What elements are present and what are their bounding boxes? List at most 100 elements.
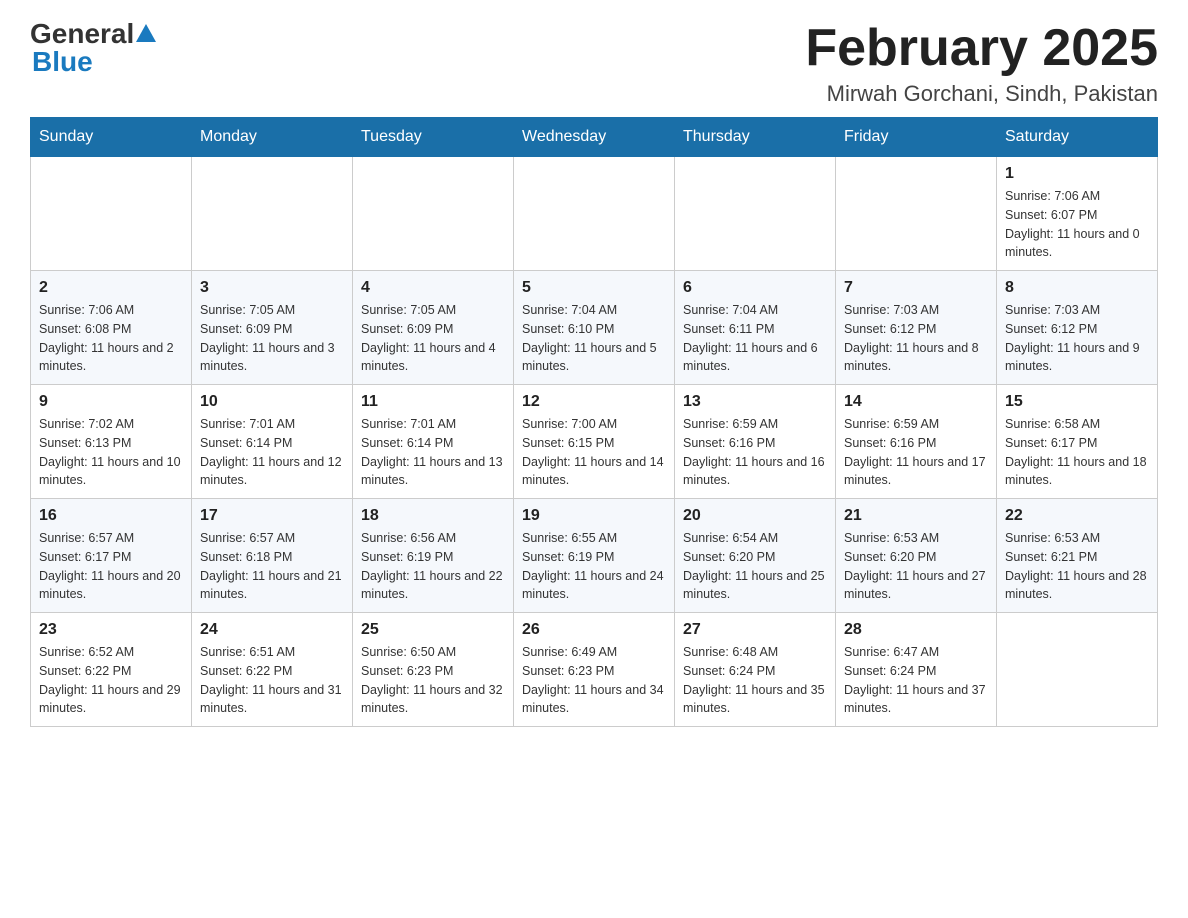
- day-info: Sunrise: 7:03 AMSunset: 6:12 PMDaylight:…: [1005, 301, 1149, 376]
- day-info: Sunrise: 6:56 AMSunset: 6:19 PMDaylight:…: [361, 529, 505, 604]
- day-number: 23: [39, 621, 183, 639]
- calendar-cell: 5Sunrise: 7:04 AMSunset: 6:10 PMDaylight…: [514, 271, 675, 385]
- day-number: 16: [39, 507, 183, 525]
- day-number: 10: [200, 393, 344, 411]
- calendar-subtitle: Mirwah Gorchani, Sindh, Pakistan: [805, 81, 1158, 107]
- day-info: Sunrise: 6:57 AMSunset: 6:17 PMDaylight:…: [39, 529, 183, 604]
- day-number: 25: [361, 621, 505, 639]
- calendar-cell: 25 Sunrise: 6:50 AMSunset: 6:23 PMDayligh…: [353, 613, 514, 727]
- calendar-cell: 1 Sunrise: 7:06 AMSunset: 6:07 PMDaylight…: [997, 157, 1158, 271]
- day-info: Sunrise: 6:57 AMSunset: 6:18 PMDaylight:…: [200, 529, 344, 604]
- day-number: 4: [361, 279, 505, 297]
- calendar-cell: 9 Sunrise: 7:02 AMSunset: 6:13 PMDaylight…: [31, 385, 192, 499]
- day-number: 19: [522, 507, 666, 525]
- day-info: Sunrise: 7:01 AMSunset: 6:14 PMDaylight:…: [200, 415, 344, 490]
- day-number: 6: [683, 279, 827, 297]
- day-number: 3: [200, 279, 344, 297]
- day-info: Sunrise: 6:51 AMSunset: 6:22 PMDaylight:…: [200, 643, 344, 718]
- day-info: Sunrise: 6:50 AMSunset: 6:23 PMDaylight:…: [361, 643, 505, 718]
- calendar-cell: 20 Sunrise: 6:54 AMSunset: 6:20 PMDayligh…: [675, 499, 836, 613]
- calendar-cell: 3 Sunrise: 7:05 AMSunset: 6:09 PMDaylight…: [192, 271, 353, 385]
- calendar-cell: 22Sunrise: 6:53 AMSunset: 6:21 PMDayligh…: [997, 499, 1158, 613]
- calendar-cell: 24 Sunrise: 6:51 AMSunset: 6:22 PMDayligh…: [192, 613, 353, 727]
- logo-general-text: General: [30, 20, 134, 48]
- day-number: 27: [683, 621, 827, 639]
- logo-blue-text: Blue: [30, 48, 156, 76]
- day-number: 28: [844, 621, 988, 639]
- day-info: Sunrise: 7:04 AMSunset: 6:10 PMDaylight:…: [522, 301, 666, 376]
- day-number: 18: [361, 507, 505, 525]
- calendar-cell: 11 Sunrise: 7:01 AMSunset: 6:14 PMDayligh…: [353, 385, 514, 499]
- header-thursday: Thursday: [675, 118, 836, 157]
- day-info: Sunrise: 7:01 AMSunset: 6:14 PMDaylight:…: [361, 415, 505, 490]
- day-number: 24: [200, 621, 344, 639]
- calendar-cell: [353, 157, 514, 271]
- day-number: 26: [522, 621, 666, 639]
- calendar-table: Sunday Monday Tuesday Wednesday Thursday…: [30, 117, 1158, 727]
- day-number: 9: [39, 393, 183, 411]
- calendar-cell: [675, 157, 836, 271]
- calendar-cell: 27 Sunrise: 6:48 AMSunset: 6:24 PMDayligh…: [675, 613, 836, 727]
- day-number: 2: [39, 279, 183, 297]
- logo-triangle-icon: [136, 24, 156, 42]
- calendar-cell: [514, 157, 675, 271]
- calendar-cell: 13 Sunrise: 6:59 AMSunset: 6:16 PMDayligh…: [675, 385, 836, 499]
- calendar-cell: [192, 157, 353, 271]
- calendar-cell: 8 Sunrise: 7:03 AMSunset: 6:12 PMDaylight…: [997, 271, 1158, 385]
- calendar-cell: 7 Sunrise: 7:03 AMSunset: 6:12 PMDaylight…: [836, 271, 997, 385]
- header-sunday: Sunday: [31, 118, 192, 157]
- day-info: Sunrise: 7:06 AMSunset: 6:08 PMDaylight:…: [39, 301, 183, 376]
- title-section: February 2025 Mirwah Gorchani, Sindh, Pa…: [805, 20, 1158, 107]
- calendar-cell: 10 Sunrise: 7:01 AMSunset: 6:14 PMDayligh…: [192, 385, 353, 499]
- day-info: Sunrise: 6:59 AMSunset: 6:16 PMDaylight:…: [683, 415, 827, 490]
- calendar-cell: 26 Sunrise: 6:49 AMSunset: 6:23 PMDayligh…: [514, 613, 675, 727]
- day-info: Sunrise: 6:53 AMSunset: 6:20 PMDaylight:…: [844, 529, 988, 604]
- logo: General Blue: [30, 20, 156, 76]
- day-info: Sunrise: 6:55 AMSunset: 6:19 PMDaylight:…: [522, 529, 666, 604]
- day-info: Sunrise: 6:54 AMSunset: 6:20 PMDaylight:…: [683, 529, 827, 604]
- calendar-cell: 28 Sunrise: 6:47 AMSunset: 6:24 PMDayligh…: [836, 613, 997, 727]
- day-info: Sunrise: 6:47 AMSunset: 6:24 PMDaylight:…: [844, 643, 988, 718]
- calendar-week-row-0: 1 Sunrise: 7:06 AMSunset: 6:07 PMDaylight…: [31, 157, 1158, 271]
- day-info: Sunrise: 7:02 AMSunset: 6:13 PMDaylight:…: [39, 415, 183, 490]
- day-info: Sunrise: 7:03 AMSunset: 6:12 PMDaylight:…: [844, 301, 988, 376]
- calendar-week-row-2: 9 Sunrise: 7:02 AMSunset: 6:13 PMDaylight…: [31, 385, 1158, 499]
- header-friday: Friday: [836, 118, 997, 157]
- day-number: 12: [522, 393, 666, 411]
- day-number: 11: [361, 393, 505, 411]
- day-number: 7: [844, 279, 988, 297]
- day-info: Sunrise: 7:05 AMSunset: 6:09 PMDaylight:…: [200, 301, 344, 376]
- day-info: Sunrise: 6:59 AMSunset: 6:16 PMDaylight:…: [844, 415, 988, 490]
- day-info: Sunrise: 6:52 AMSunset: 6:22 PMDaylight:…: [39, 643, 183, 718]
- day-number: 15: [1005, 393, 1149, 411]
- calendar-cell: 15 Sunrise: 6:58 AMSunset: 6:17 PMDayligh…: [997, 385, 1158, 499]
- calendar-week-row-1: 2 Sunrise: 7:06 AMSunset: 6:08 PMDaylight…: [31, 271, 1158, 385]
- day-number: 17: [200, 507, 344, 525]
- calendar-cell: 17 Sunrise: 6:57 AMSunset: 6:18 PMDayligh…: [192, 499, 353, 613]
- day-info: Sunrise: 6:58 AMSunset: 6:17 PMDaylight:…: [1005, 415, 1149, 490]
- calendar-cell: 2 Sunrise: 7:06 AMSunset: 6:08 PMDaylight…: [31, 271, 192, 385]
- calendar-cell: 16 Sunrise: 6:57 AMSunset: 6:17 PMDayligh…: [31, 499, 192, 613]
- day-info: Sunrise: 7:04 AMSunset: 6:11 PMDaylight:…: [683, 301, 827, 376]
- day-number: 21: [844, 507, 988, 525]
- calendar-cell: 12 Sunrise: 7:00 AMSunset: 6:15 PMDayligh…: [514, 385, 675, 499]
- calendar-cell: [31, 157, 192, 271]
- day-info: Sunrise: 7:06 AMSunset: 6:07 PMDaylight:…: [1005, 187, 1149, 262]
- calendar-cell: 6 Sunrise: 7:04 AMSunset: 6:11 PMDaylight…: [675, 271, 836, 385]
- calendar-header-row: Sunday Monday Tuesday Wednesday Thursday…: [31, 118, 1158, 157]
- calendar-cell: 18 Sunrise: 6:56 AMSunset: 6:19 PMDayligh…: [353, 499, 514, 613]
- header-tuesday: Tuesday: [353, 118, 514, 157]
- day-info: Sunrise: 6:48 AMSunset: 6:24 PMDaylight:…: [683, 643, 827, 718]
- day-number: 1: [1005, 165, 1149, 183]
- day-number: 13: [683, 393, 827, 411]
- calendar-week-row-3: 16 Sunrise: 6:57 AMSunset: 6:17 PMDayligh…: [31, 499, 1158, 613]
- day-info: Sunrise: 6:49 AMSunset: 6:23 PMDaylight:…: [522, 643, 666, 718]
- header-saturday: Saturday: [997, 118, 1158, 157]
- calendar-cell: 21 Sunrise: 6:53 AMSunset: 6:20 PMDayligh…: [836, 499, 997, 613]
- day-number: 20: [683, 507, 827, 525]
- calendar-cell: [836, 157, 997, 271]
- calendar-cell: 19 Sunrise: 6:55 AMSunset: 6:19 PMDayligh…: [514, 499, 675, 613]
- day-info: Sunrise: 7:00 AMSunset: 6:15 PMDaylight:…: [522, 415, 666, 490]
- day-number: 8: [1005, 279, 1149, 297]
- calendar-cell: [997, 613, 1158, 727]
